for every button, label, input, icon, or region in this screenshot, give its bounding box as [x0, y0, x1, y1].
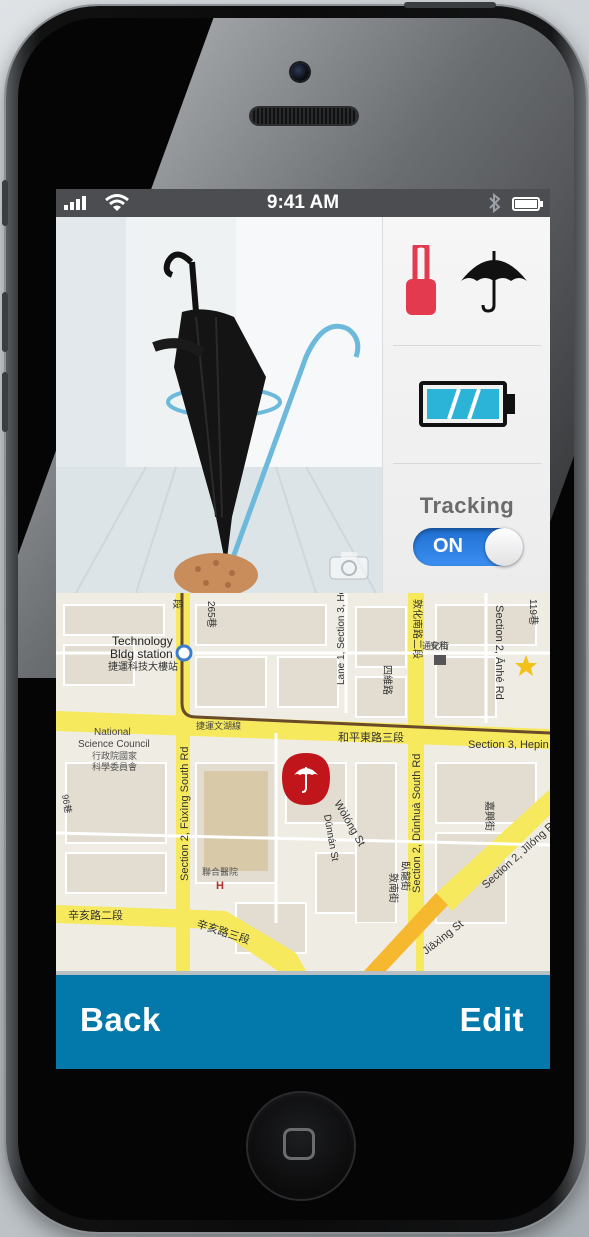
shopping-bag-icon	[434, 655, 446, 665]
map-label: 119巷	[527, 599, 539, 625]
map-label: 行政院國家	[92, 750, 137, 761]
tracking-label: Tracking	[419, 493, 515, 518]
map-label: National	[94, 727, 131, 738]
device-status-panel: Tracking ON	[382, 217, 550, 593]
camera-icon[interactable]	[328, 551, 370, 581]
map-label: 敦南街	[387, 873, 400, 903]
umbrella-photo	[56, 217, 382, 593]
map-label: 聯合醫院	[202, 866, 238, 877]
map-canvas: Technology Bldg station 捷運科技大樓站 National…	[56, 593, 550, 971]
map-label: 段	[171, 599, 184, 609]
map-label: Section 3, Hepin	[468, 739, 549, 751]
bluetooth-icon	[489, 193, 501, 213]
edit-button[interactable]: Edit	[460, 1001, 524, 1039]
earpiece-speaker	[251, 108, 357, 124]
bottom-nav-bar: Back Edit	[56, 971, 550, 1069]
hospital-marker: H	[216, 880, 224, 892]
map-label: 臥龍街	[399, 861, 412, 891]
map-label: Section 2, Dūnhuà South Rd	[411, 754, 423, 893]
panel-divider	[393, 345, 541, 346]
tracking-toggle[interactable]: ON	[413, 528, 523, 566]
panel-divider	[393, 463, 541, 464]
map-label: Technology	[112, 634, 173, 648]
home-square-icon	[283, 1128, 315, 1160]
device-hero: Tracking ON	[56, 217, 550, 593]
map-label: 通化街	[422, 640, 449, 651]
map-label: Bldg station	[110, 647, 173, 661]
home-button[interactable]	[248, 1093, 354, 1199]
location-map[interactable]: Technology Bldg station 捷運科技大樓站 National…	[56, 593, 550, 971]
map-label: 捷運文湖線	[196, 720, 241, 731]
map-label: Lane 1, Section 3, Hépí	[336, 593, 347, 685]
tracking-toggle-label: ON	[433, 535, 463, 557]
metro-station-icon	[175, 644, 193, 662]
map-label: 和平東路三段	[338, 730, 404, 744]
back-button[interactable]: Back	[80, 1001, 161, 1039]
map-label: 嘉興街	[483, 801, 496, 831]
mute-switch	[2, 180, 8, 226]
volume-down-button	[2, 372, 8, 432]
map-label: Section 2, Ānhé Rd	[493, 605, 505, 700]
battery-icon	[419, 381, 515, 427]
app-screen: 9:41 AM Tracking ON Technology Bldg stat…	[56, 189, 550, 1069]
status-time: 9:41 AM	[266, 192, 340, 213]
umbrella-location-pin-icon[interactable]	[282, 753, 330, 805]
map-label: 辛亥路二段	[68, 908, 123, 922]
power-button	[404, 2, 496, 8]
map-label: 四維路	[381, 665, 394, 695]
map-label: 科學委員會	[92, 761, 137, 772]
status-bar: 9:41 AM	[56, 189, 550, 217]
umbrella-stand-illustration	[56, 217, 382, 593]
volume-up-button	[2, 292, 8, 352]
map-label: 265巷	[205, 601, 217, 628]
toggle-knob	[485, 528, 523, 566]
map-label: Science Council	[78, 739, 150, 750]
battery-icon	[512, 197, 543, 211]
map-label: Section 2, Fùxìng South Rd	[179, 746, 191, 881]
umbrella-icon[interactable]	[459, 249, 529, 313]
tag-icon[interactable]	[403, 245, 439, 317]
map-label: 捷運科技大樓站	[108, 660, 178, 673]
front-camera	[291, 63, 309, 81]
